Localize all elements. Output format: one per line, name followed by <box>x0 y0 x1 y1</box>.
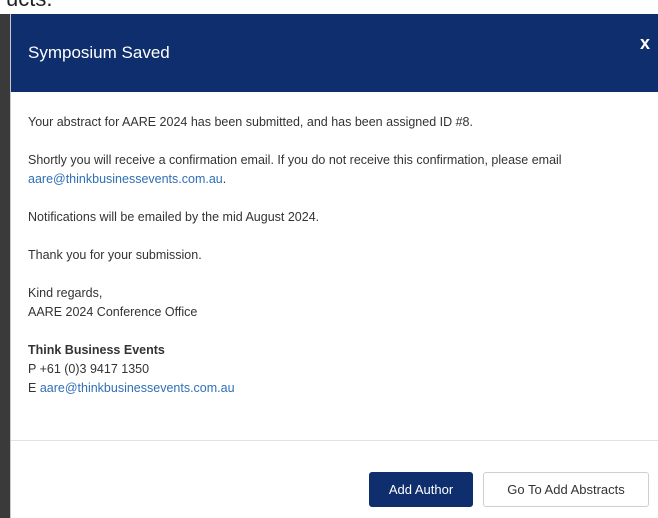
phone-number: P +61 (0)3 9417 1350 <box>28 362 150 376</box>
background-page: ucts. <box>0 0 658 14</box>
confirmation-message: Shortly you will receive a confirmation … <box>28 153 562 186</box>
background-text: ucts. <box>6 0 52 12</box>
email-line: E aare@thinkbusinessevents.com.au <box>28 381 235 395</box>
symposium-saved-modal: Symposium Saved x Your abstract for AARE… <box>10 14 658 518</box>
office-name: AARE 2024 Conference Office <box>28 305 198 319</box>
signature-email-link[interactable]: aare@thinkbusinessevents.com.au <box>40 381 235 395</box>
modal-header: Symposium Saved x <box>11 14 658 92</box>
organization-name: Think Business Events <box>28 343 165 357</box>
modal-body: Your abstract for AARE 2024 has been sub… <box>11 92 658 398</box>
thank-you-message: Thank you for your submission. <box>28 248 202 262</box>
go-to-add-abstracts-button[interactable]: Go To Add Abstracts <box>483 472 649 507</box>
close-button[interactable]: x <box>640 34 650 52</box>
add-author-button[interactable]: Add Author <box>369 472 473 507</box>
submission-message: Your abstract for AARE 2024 has been sub… <box>28 115 473 129</box>
modal-title: Symposium Saved <box>28 43 170 62</box>
modal-footer: Add Author Go To Add Abstracts <box>11 440 658 518</box>
notification-message: Notifications will be emailed by the mid… <box>28 210 320 224</box>
backdrop-overlay <box>0 14 10 518</box>
contact-email-link[interactable]: aare@thinkbusinessevents.com.au <box>28 172 223 186</box>
closing-line: Kind regards, <box>28 286 103 300</box>
